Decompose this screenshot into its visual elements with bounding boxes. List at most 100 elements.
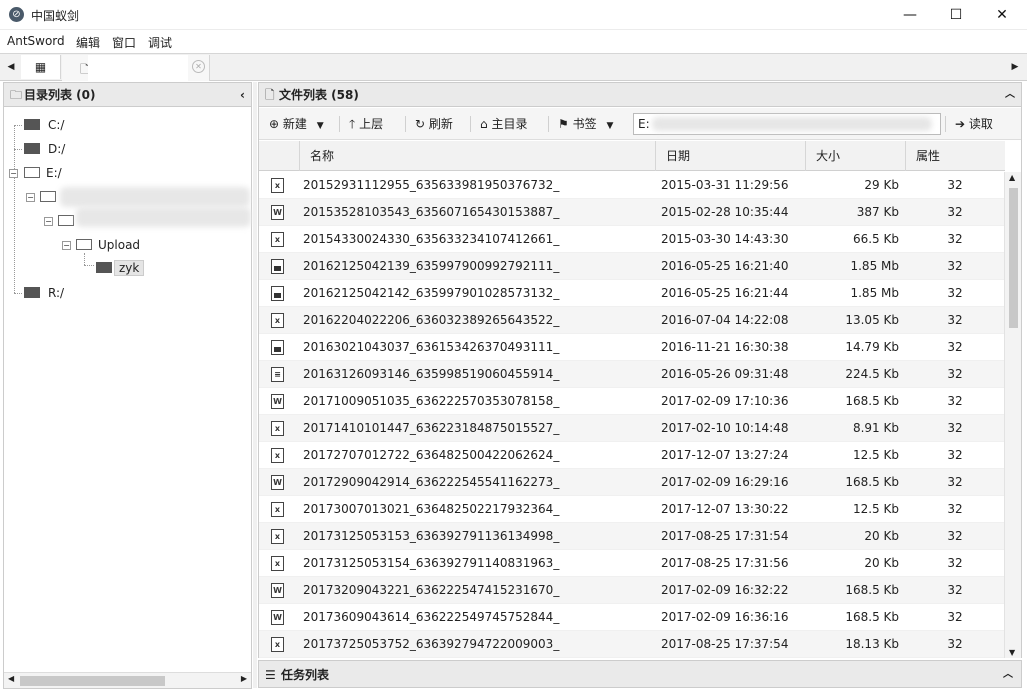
tree-node-e[interactable]: E:/ (24, 164, 62, 182)
new-label: 新建 (282, 117, 307, 131)
expand-up-icon[interactable]: ︿ (1003, 661, 1013, 689)
close-button[interactable]: ✕ (979, 0, 1025, 30)
menu-window[interactable]: 窗口 (112, 34, 136, 51)
file-size: 20 Kb (864, 556, 899, 570)
file-row[interactable]: W 20171009051035_636222570353078158_ 2017-… (259, 388, 1005, 415)
file-row[interactable]: W 20153528103543_635607165430153887_ 2015-… (259, 199, 1005, 226)
home-button[interactable]: ⌂ 主目录 (480, 115, 527, 133)
new-button[interactable]: ⊕ 新建 ▼ (269, 115, 324, 133)
vertical-scrollbar[interactable]: ▲ ▼ (1004, 172, 1021, 658)
collapse-left-icon[interactable]: ‹ (240, 83, 245, 107)
tab-close-icon[interactable]: ✕ (192, 60, 205, 73)
collapse-e-icon[interactable]: − (9, 169, 18, 178)
file-row[interactable]: x 20173725053752_636392794722009003_ 2017-… (259, 631, 1005, 658)
read-button[interactable]: ➔ 读取 (955, 115, 993, 133)
file-size: 66.5 Kb (852, 232, 899, 246)
tab-file-manager[interactable]: 🗋 ✕ (62, 55, 210, 81)
excel-file-icon: x (271, 232, 284, 247)
file-row[interactable]: x 20173007013021_636482502217932364_ 2017-… (259, 496, 1005, 523)
file-row[interactable]: 20162125042142_635997901028573132_ 2016-0… (259, 280, 1005, 307)
file-toolbar: ⊕ 新建 ▼ 🡑 上层 ↻ 刷新 ⌂ 主目录 ⚑ 书签 ▼ E: ➔ 读取 (259, 108, 1021, 140)
collapse-level1-icon[interactable]: − (26, 193, 35, 202)
tree-node-level1[interactable] (40, 188, 62, 206)
tab-home[interactable]: ▦ (21, 55, 61, 79)
maximize-button[interactable]: ☐ (933, 0, 979, 30)
scrollbar-thumb[interactable] (1009, 188, 1018, 328)
file-row[interactable]: x 20171410101447_636223184875015527_ 2017-… (259, 415, 1005, 442)
column-name[interactable]: 名称 (299, 141, 655, 171)
minimize-button[interactable]: — (887, 0, 933, 30)
file-row[interactable]: x 20152931112955_635633981950376732_ 2015-… (259, 172, 1005, 199)
tree-node-d[interactable]: D:/ (24, 140, 65, 158)
refresh-button[interactable]: ↻ 刷新 (415, 115, 453, 133)
tree-node-r[interactable]: R:/ (24, 284, 64, 302)
column-attr[interactable]: 属性 (905, 141, 1005, 171)
file-row[interactable]: x 20173125053153_636392791136134998_ 2017-… (259, 523, 1005, 550)
scroll-right-icon[interactable]: ▶ (241, 674, 247, 683)
scroll-down-icon[interactable]: ▼ (1009, 648, 1015, 657)
file-size: 8.91 Kb (852, 421, 899, 435)
collapse-up-icon[interactable]: ︿ (1005, 83, 1015, 107)
menu-edit[interactable]: 编辑 (76, 34, 100, 51)
path-input[interactable]: E: (633, 113, 941, 135)
read-label: 读取 (968, 117, 993, 131)
file-date: 2017-12-07 13:30:22 (661, 502, 789, 516)
bookmark-label: 书签 (572, 117, 597, 131)
tree-node-c[interactable]: C:/ (24, 116, 64, 134)
file-row[interactable]: ≡ 20163126093146_635998519060455914_ 2016-… (259, 361, 1005, 388)
scrollbar-thumb[interactable] (20, 676, 165, 686)
up-button[interactable]: 🡑 上层 (349, 115, 383, 133)
redacted-path (76, 207, 251, 227)
folder-open-icon (76, 239, 92, 250)
list-icon: ☰ (265, 668, 276, 682)
file-row[interactable]: W 20172909042914_636222545541162273_ 2017-… (259, 469, 1005, 496)
file-date: 2017-02-10 10:14:48 (661, 421, 789, 435)
scroll-up-icon[interactable]: ▲ (1009, 173, 1015, 182)
file-size: 168.5 Kb (845, 610, 899, 624)
excel-file-icon: x (271, 313, 284, 328)
file-row[interactable]: 20163021043037_636153426370493111_ 2016-1… (259, 334, 1005, 361)
file-attr: 32 (947, 475, 963, 489)
image-file-icon (271, 286, 284, 301)
file-date: 2016-05-25 16:21:40 (661, 259, 789, 273)
file-row[interactable]: W 20173609043614_636222549745752844_ 2017-… (259, 604, 1005, 631)
file-row[interactable]: x 20172707012722_636482500422062624_ 2017-… (259, 442, 1005, 469)
collapse-upload-icon[interactable]: − (62, 241, 71, 250)
file-row[interactable]: x 20173125053154_636392791140831963_ 2017-… (259, 550, 1005, 577)
menu-antsword[interactable]: AntSword (7, 34, 65, 48)
window-title: 中国蚁剑 (31, 9, 80, 23)
file-row[interactable]: W 20173209043221_636222547415231670_ 2017-… (259, 577, 1005, 604)
file-name: 20173125053153_636392791136134998_ (303, 529, 560, 543)
file-name: 20154330024330_635633234107412661_ (303, 232, 560, 246)
column-date[interactable]: 日期 (655, 141, 805, 171)
bookmark-button[interactable]: ⚑ 书签 ▼ (558, 115, 613, 133)
file-name: 20173007013021_636482502217932364_ (303, 502, 560, 516)
file-attr: 32 (947, 583, 963, 597)
tab-scroll-right-icon[interactable]: ▶ (1006, 54, 1024, 80)
tab-scroll-left-icon[interactable]: ◀ (2, 54, 20, 80)
panel-splitter[interactable] (253, 82, 257, 688)
file-name: 20162204022206_636032389265643522_ (303, 313, 560, 327)
file-grid-header: 名称 日期 大小 属性 (259, 141, 1005, 171)
file-grid-body: x 20152931112955_635633981950376732_ 2015-… (259, 172, 1005, 658)
file-attr: 32 (947, 178, 963, 192)
menu-debug[interactable]: 调试 (148, 34, 172, 51)
file-row[interactable]: 20162125042139_635997900992792111_ 2016-0… (259, 253, 1005, 280)
file-size: 29 Kb (864, 178, 899, 192)
refresh-icon: ↻ (415, 117, 426, 131)
file-row[interactable]: x 20154330024330_635633234107412661_ 2015-… (259, 226, 1005, 253)
column-size[interactable]: 大小 (805, 141, 905, 171)
tree-node-upload[interactable]: Upload (76, 236, 140, 254)
word-file-icon: W (271, 394, 284, 409)
excel-file-icon: x (271, 556, 284, 571)
file-row[interactable]: x 20162204022206_636032389265643522_ 2016-… (259, 307, 1005, 334)
file-size: 12.5 Kb (852, 502, 899, 516)
plus-circle-icon: ⊕ (269, 117, 280, 131)
scroll-left-icon[interactable]: ◀ (8, 674, 14, 683)
collapse-level2-icon[interactable]: − (44, 217, 53, 226)
file-attr: 32 (947, 313, 963, 327)
horizontal-scrollbar[interactable]: ◀ ▶ (4, 672, 251, 688)
excel-file-icon: x (271, 637, 284, 652)
file-name: 20171410101447_636223184875015527_ (303, 421, 560, 435)
tree-node-zyk[interactable]: zyk (96, 259, 145, 277)
